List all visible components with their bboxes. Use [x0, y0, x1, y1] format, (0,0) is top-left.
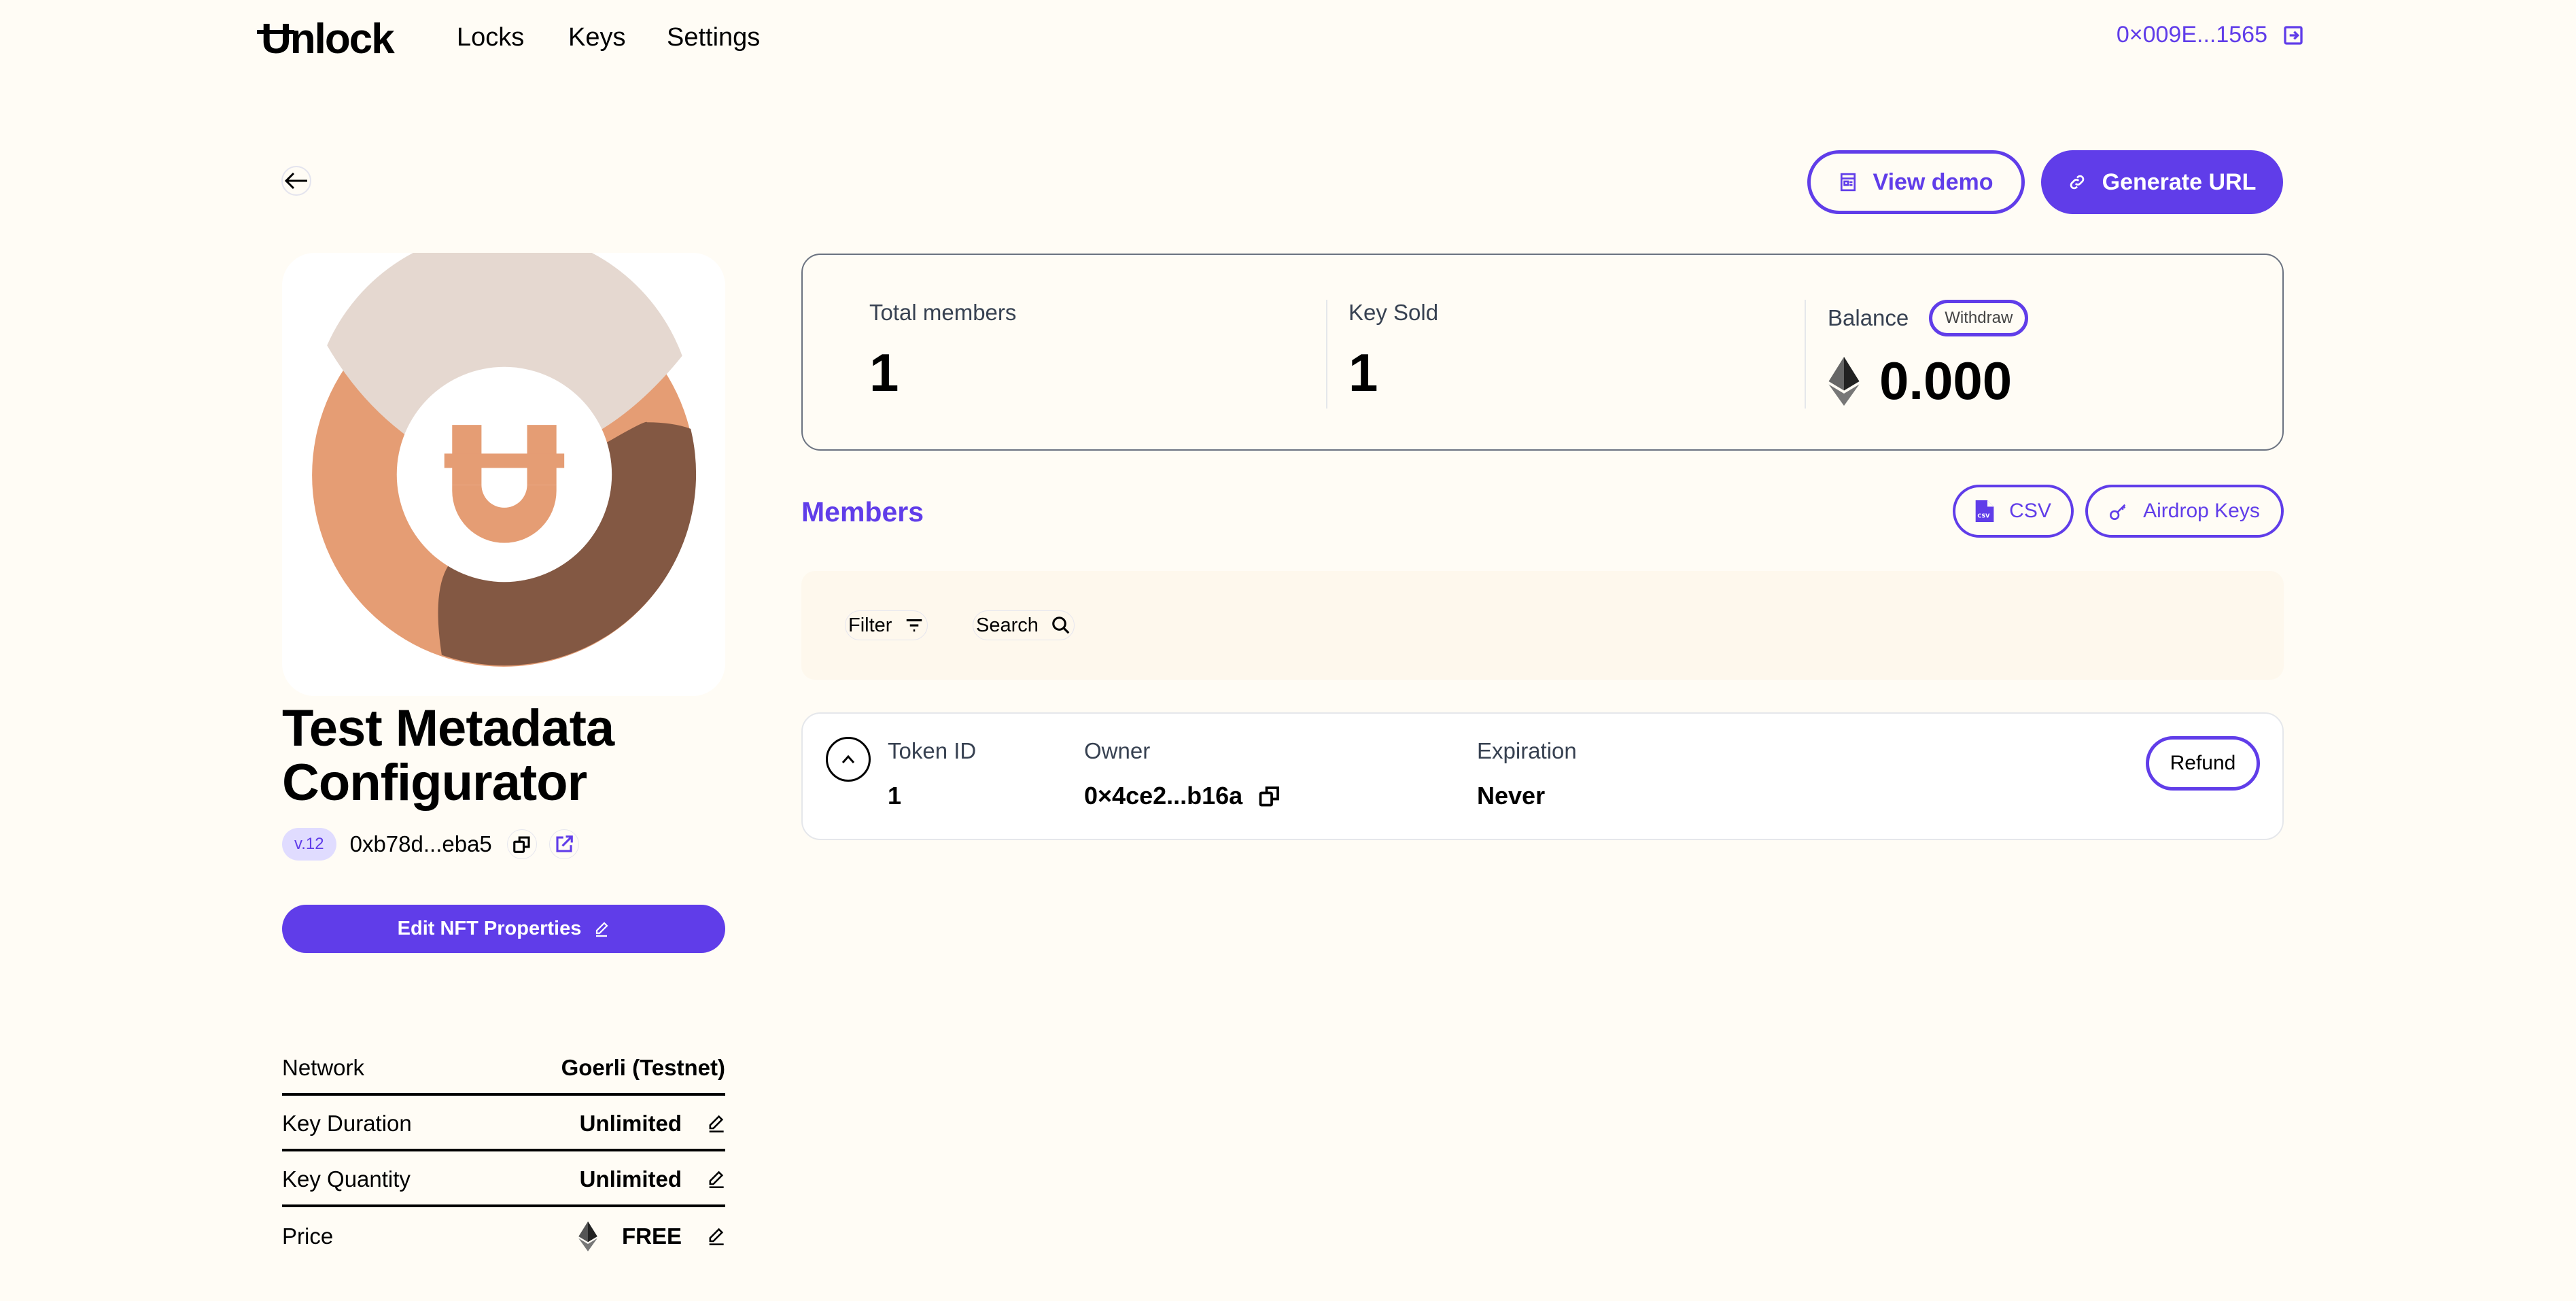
link-icon — [2070, 175, 2084, 190]
nav-locks[interactable]: Locks — [457, 23, 524, 52]
property-label: Network — [282, 1055, 365, 1080]
column-label: Owner — [1084, 738, 1151, 763]
members-title: Members — [801, 496, 924, 527]
copy-icon[interactable] — [1257, 783, 1282, 809]
csv-file-icon: CSV — [1975, 500, 1994, 522]
unlock-badge-image — [312, 253, 697, 667]
stat-keys-sold: Key Sold 1 — [1348, 300, 1438, 404]
external-link-icon — [556, 835, 573, 852]
chevron-up-icon — [841, 754, 855, 763]
property-label: Key Duration — [282, 1111, 412, 1136]
property-network: Network Goerli (Testnet) — [282, 1040, 725, 1096]
filter-button[interactable]: Filter — [845, 610, 928, 640]
stat-label: Balance — [1828, 305, 1909, 330]
back-button[interactable] — [281, 166, 311, 196]
layout-icon — [1840, 173, 1856, 192]
airdrop-keys-button[interactable]: Airdrop Keys — [2085, 485, 2284, 538]
property-value: Unlimited — [579, 1166, 682, 1192]
filter-icon — [907, 619, 922, 632]
filter-label: Filter — [848, 614, 892, 636]
pencil-icon[interactable] — [706, 1113, 725, 1134]
top-nav: Unlock Locks Keys Settings 0×009E...1565 — [0, 0, 2576, 75]
stat-balance: Balance Withdraw 0.000 — [1828, 300, 2029, 412]
pencil-icon — [596, 921, 608, 937]
token-id-value: 1 — [888, 782, 902, 810]
account-menu[interactable]: 0×009E...1565 — [2117, 22, 2304, 48]
svg-text:CSV: CSV — [1977, 513, 1990, 519]
nav-keys[interactable]: Keys — [568, 23, 625, 52]
search-label: Search — [976, 614, 1039, 636]
lock-meta: v.12 0xb78d...eba5 — [282, 828, 591, 861]
version-badge: v.12 — [282, 828, 336, 861]
property-label: Key Quantity — [282, 1166, 411, 1192]
property-label: Price — [282, 1224, 334, 1249]
stat-value: 1 — [1348, 343, 1378, 402]
refund-button[interactable]: Refund — [2146, 736, 2260, 791]
lock-address: 0xb78d...eba5 — [349, 831, 492, 856]
account-address[interactable]: 0×009E...1565 — [2117, 22, 2267, 48]
property-key-duration: Key Duration Unlimited — [282, 1096, 725, 1151]
divider — [1326, 300, 1327, 409]
search-button[interactable]: Search — [973, 610, 1075, 640]
unlock-logo[interactable]: Unlock — [257, 15, 395, 63]
property-value: Goerli (Testnet) — [561, 1055, 725, 1080]
open-explorer-button[interactable] — [549, 829, 579, 859]
property-key-quantity: Key Quantity Unlimited — [282, 1151, 725, 1207]
nav-settings[interactable]: Settings — [667, 23, 760, 52]
stat-label: Total members — [869, 300, 1017, 325]
property-price: Price FREE — [282, 1207, 725, 1263]
member-row: Token ID 1 Owner 0×4ce2...b16a Expiratio… — [801, 712, 2284, 840]
pencil-icon[interactable] — [706, 1169, 725, 1190]
property-value: Unlimited — [579, 1111, 682, 1136]
owner-column: Owner 0×4ce2...b16a — [1084, 738, 1282, 810]
lock-properties: Network Goerli (Testnet) Key Duration Un… — [282, 1040, 725, 1263]
edit-nft-label: Edit NFT Properties — [397, 918, 582, 939]
lock-title: Test Metadata Configurator — [282, 699, 614, 812]
balance-value: 0.000 — [1879, 351, 2013, 411]
stat-total-members: Total members 1 — [869, 300, 1016, 404]
collapse-row-button[interactable] — [826, 737, 871, 782]
stat-value: 1 — [869, 343, 899, 402]
withdraw-button[interactable]: Withdraw — [1929, 300, 2029, 336]
column-label: Token ID — [888, 738, 977, 763]
stats-card: Total members 1 Key Sold 1 Balance Withd… — [801, 254, 2284, 451]
token-id-column: Token ID 1 — [888, 738, 976, 810]
edit-nft-properties-button[interactable]: Edit NFT Properties — [282, 905, 725, 953]
copy-icon — [512, 836, 530, 853]
airdrop-label: Airdrop Keys — [2143, 500, 2260, 522]
ethereum-icon — [1828, 356, 1860, 406]
csv-download-button[interactable]: CSV CSV — [1953, 485, 2074, 538]
view-demo-button[interactable]: View demo — [1807, 150, 2025, 214]
arrow-left-icon — [284, 172, 307, 190]
generate-url-button[interactable]: Generate URL — [2041, 150, 2283, 214]
property-value: FREE — [621, 1224, 682, 1249]
divider — [1805, 300, 1806, 409]
csv-label: CSV — [2009, 500, 2051, 522]
sign-out-icon[interactable] — [2282, 24, 2304, 46]
stat-label: Key Sold — [1348, 300, 1439, 325]
expiration-value: Never — [1477, 782, 1546, 810]
copy-address-button[interactable] — [506, 829, 537, 859]
pencil-icon[interactable] — [706, 1226, 725, 1247]
expiration-column: Expiration Never — [1477, 738, 1577, 810]
column-label: Expiration — [1477, 738, 1577, 763]
ethereum-icon — [578, 1221, 597, 1251]
generate-url-label: Generate URL — [2102, 169, 2257, 195]
key-icon — [2110, 504, 2126, 520]
members-filter-bar: Filter Search — [801, 571, 2284, 680]
search-icon — [1052, 617, 1070, 634]
owner-value: 0×4ce2...b16a — [1084, 782, 1243, 810]
lock-image — [282, 253, 725, 696]
view-demo-label: View demo — [1873, 169, 1994, 195]
